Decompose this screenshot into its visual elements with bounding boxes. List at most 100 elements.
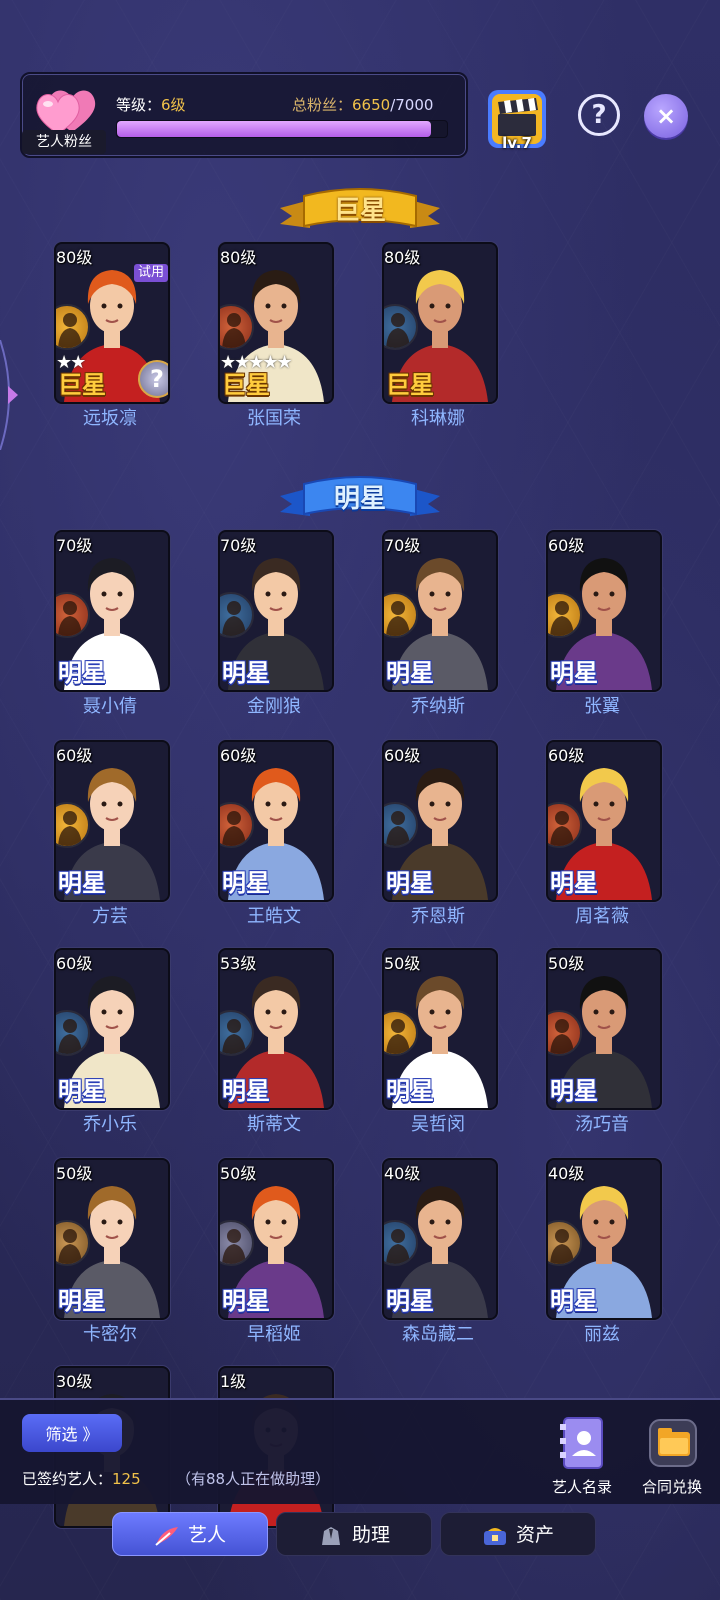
- artist-name: 王皓文: [247, 906, 301, 927]
- artist-name: 汤巧音: [575, 1114, 629, 1135]
- artist-name: 张翼: [584, 696, 620, 717]
- contract-folder-icon: [649, 1419, 697, 1467]
- artist-card[interactable]: 50级 明星: [218, 1158, 334, 1320]
- artist-card[interactable]: 40级 明星: [382, 1158, 498, 1320]
- rank-label: 明星: [550, 869, 598, 897]
- artist-card[interactable]: 60级明星: [546, 740, 662, 902]
- artist-name: 张国荣: [247, 408, 301, 429]
- rank-label: 明星: [222, 659, 270, 687]
- artist-name: 早稻姬: [247, 1324, 301, 1345]
- artist-card[interactable]: 70级明星: [218, 530, 334, 692]
- tab-assistants-label: 助理: [351, 1524, 390, 1546]
- rank-label: 明星: [550, 1287, 598, 1315]
- clapperboard-button[interactable]: lv.7: [486, 88, 548, 152]
- artist-name: 斯蒂文: [247, 1114, 301, 1135]
- fan-tag: 艺人粉丝: [22, 130, 106, 154]
- side-drawer-arrow-icon[interactable]: [0, 340, 20, 450]
- artist-roster-button[interactable]: 艺人名录: [544, 1414, 620, 1498]
- artist-level: 60级: [56, 954, 93, 973]
- fans-progress-fill: [117, 121, 431, 137]
- artist-card[interactable]: 60级 明星: [382, 740, 498, 902]
- feather-icon: [155, 1526, 178, 1546]
- level-info: 等级：6级: [116, 96, 186, 114]
- filter-button[interactable]: 筛选 》: [22, 1414, 122, 1452]
- artist-card[interactable]: 40级明星: [546, 1158, 662, 1320]
- artist-level: 60级: [548, 536, 585, 555]
- artist-card[interactable]: 60级明星: [218, 740, 334, 902]
- rank-label: 明星: [58, 869, 106, 897]
- artist-level: 60级: [548, 746, 585, 765]
- artist-level: 80级: [384, 248, 421, 267]
- artist-card[interactable]: 80级 ★★★★★ 巨星: [218, 242, 334, 404]
- fans-current: 6650: [352, 96, 391, 114]
- artist-level: 50级: [56, 1164, 93, 1183]
- help-button[interactable]: ?: [578, 94, 620, 136]
- question-hint-icon[interactable]: ?: [138, 360, 168, 398]
- artist-level: 1级: [220, 1372, 247, 1391]
- artist-level: 70级: [220, 536, 257, 555]
- artist-name: 吴哲闵: [411, 1114, 465, 1135]
- artist-level: 40级: [384, 1164, 421, 1183]
- artist-card[interactable]: 50级明星: [54, 1158, 170, 1320]
- rank-label: 明星: [58, 1287, 106, 1315]
- tab-assistants[interactable]: 助理: [276, 1512, 432, 1556]
- rank-label: 明星: [550, 659, 598, 687]
- artist-card[interactable]: 50级明星: [382, 948, 498, 1110]
- artist-name: 森岛藏二: [402, 1324, 474, 1345]
- artist-card[interactable]: 60级 明星: [54, 948, 170, 1110]
- artist-card[interactable]: 70级明星: [54, 530, 170, 692]
- artist-card[interactable]: 53级明星: [218, 948, 334, 1110]
- artist-name: 科琳娜: [411, 408, 465, 429]
- tab-assets[interactable]: 资产: [440, 1512, 596, 1556]
- artist-name: 远坂凛: [83, 408, 137, 429]
- artist-level: 60级: [384, 746, 421, 765]
- artist-name: 乔小乐: [83, 1114, 137, 1135]
- tab-artists[interactable]: 艺人: [112, 1512, 268, 1556]
- gem-icon: [483, 1527, 506, 1545]
- bottom-panel: 筛选 》 已签约艺人：125 （有88人正在做助理） 艺人名录 合同兑换: [0, 1398, 720, 1504]
- star-section-banner: 明星: [280, 476, 440, 520]
- roster-label: 艺人名录: [551, 1478, 612, 1496]
- artist-name: 卡密尔: [83, 1324, 137, 1345]
- artist-name: 金刚狼: [247, 696, 301, 717]
- rank-label: 明星: [386, 1077, 434, 1105]
- artist-card[interactable]: 80级 巨星: [382, 242, 498, 404]
- artist-level: 53级: [220, 954, 257, 973]
- rank-label: 巨星: [58, 371, 106, 399]
- artist-level: 80级: [220, 248, 257, 267]
- artist-level: 80级: [56, 248, 93, 267]
- artist-card[interactable]: 60级明星: [54, 740, 170, 902]
- close-button[interactable]: ×: [644, 94, 688, 138]
- rank-label: 明星: [222, 869, 270, 897]
- artist-card[interactable]: 80级 试用 ★★ 巨星?: [54, 242, 170, 404]
- fans-info: 总粉丝：6650/7000: [292, 96, 434, 114]
- artist-level: 40级: [548, 1164, 585, 1183]
- star-title: 明星: [333, 484, 386, 514]
- artist-level: 70级: [384, 536, 421, 555]
- contract-exchange-button[interactable]: 合同兑换: [634, 1414, 710, 1498]
- assistant-note: （有88人正在做助理）: [176, 1470, 331, 1488]
- artist-name: 聂小倩: [83, 696, 137, 717]
- superstar-section-banner: 巨星: [280, 188, 440, 232]
- artist-name: 方芸: [92, 906, 128, 927]
- contract-label: 合同兑换: [641, 1478, 702, 1496]
- artist-level: 50级: [548, 954, 585, 973]
- artist-level: 50级: [220, 1164, 257, 1183]
- trial-tag: 试用: [133, 264, 168, 282]
- signed-artists: 已签约艺人：125: [22, 1470, 141, 1488]
- clapperboard-level: lv.7: [502, 134, 532, 152]
- artist-level: 50级: [384, 954, 421, 973]
- artist-level: 60级: [56, 746, 93, 765]
- artist-level: 60级: [220, 746, 257, 765]
- artist-card[interactable]: 60级明星: [546, 530, 662, 692]
- roster-book-icon: [560, 1417, 603, 1469]
- tab-artists-label: 艺人: [187, 1524, 226, 1546]
- rank-label: 明星: [58, 659, 106, 687]
- artist-card[interactable]: 50级 明星: [546, 948, 662, 1110]
- artist-level: 70级: [56, 536, 93, 555]
- artist-card[interactable]: 70级 明星: [382, 530, 498, 692]
- rank-label: 明星: [222, 1077, 270, 1105]
- superstar-title: 巨星: [333, 196, 386, 226]
- fan-status-panel: 艺人粉丝 等级：6级 总粉丝：6650/7000: [20, 72, 468, 158]
- artist-name: 周茗薇: [575, 906, 629, 927]
